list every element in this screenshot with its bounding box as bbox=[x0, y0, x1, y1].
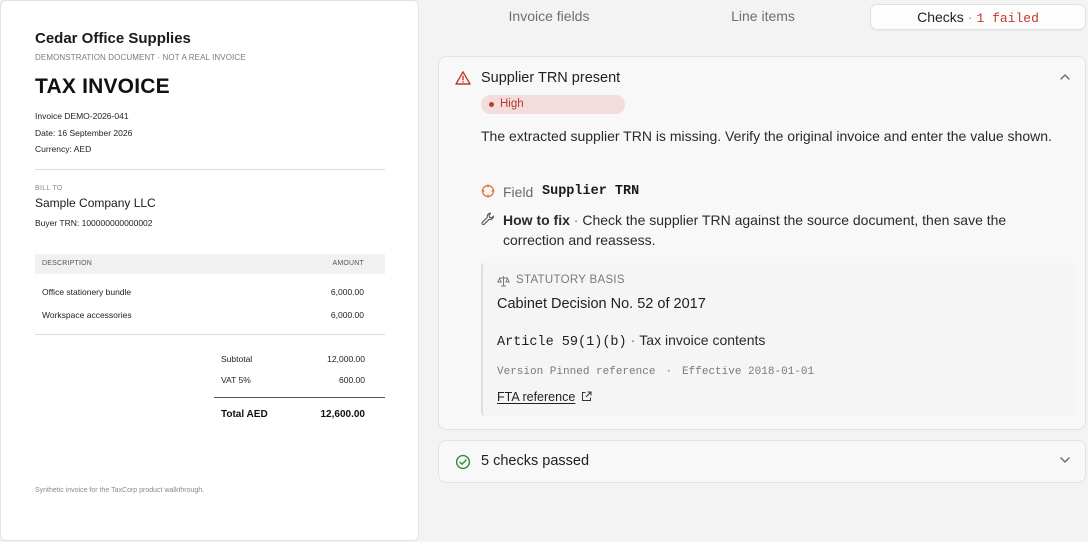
bill-to-name: Sample Company LLC bbox=[35, 196, 156, 210]
demo-notice: DEMONSTRATION DOCUMENT · NOT A REAL INVO… bbox=[35, 53, 246, 62]
tab-line-items[interactable]: Line items bbox=[690, 4, 836, 30]
subtotal-label: Subtotal bbox=[221, 354, 253, 364]
vat-label: VAT 5% bbox=[221, 375, 251, 385]
check-circle-icon bbox=[455, 454, 471, 470]
total-divider bbox=[214, 397, 385, 398]
severity-badge: High bbox=[481, 95, 625, 114]
chevron-down-icon[interactable] bbox=[1059, 454, 1071, 466]
statutory-basis-heading: STATUTORY BASIS bbox=[497, 274, 625, 287]
fta-reference-link[interactable]: FTA reference bbox=[497, 390, 592, 404]
buyer-trn: Buyer TRN: 100000000000002 bbox=[35, 218, 153, 228]
failed-check-card: Supplier TRN present High The extracted … bbox=[438, 56, 1086, 430]
vat-row: VAT 5% 600.00 bbox=[221, 375, 365, 385]
company-name: Cedar Office Supplies bbox=[35, 30, 191, 47]
invoice-footnote: Synthetic invoice for the TaxCorp produc… bbox=[35, 487, 205, 494]
invoice-date: Date: 16 September 2026 bbox=[35, 128, 133, 138]
invoice-document: Cedar Office Supplies DEMONSTRATION DOCU… bbox=[0, 0, 419, 541]
tab-checks-label: Checks bbox=[917, 9, 964, 25]
target-icon bbox=[481, 184, 495, 198]
invoice-title: TAX INVOICE bbox=[35, 75, 170, 98]
version-separator: · bbox=[665, 366, 673, 378]
check-title[interactable]: Supplier TRN present bbox=[481, 70, 620, 86]
chevron-up-icon[interactable] bbox=[1059, 71, 1071, 83]
total-row: Total AED 12,600.00 bbox=[221, 409, 365, 420]
check-description: The extracted supplier TRN is missing. V… bbox=[481, 128, 1052, 144]
amount-column-header: AMOUNT bbox=[332, 260, 364, 267]
subtotal-row: Subtotal 12,000.00 bbox=[221, 354, 365, 364]
how-to-fix-separator: · bbox=[573, 212, 579, 228]
vat-value: 600.00 bbox=[339, 375, 365, 385]
statutory-basis-label: STATUTORY BASIS bbox=[516, 274, 625, 286]
description-column-header: DESCRIPTION bbox=[42, 260, 93, 267]
version-label: Version Pinned reference bbox=[497, 366, 656, 378]
failed-count-badge: 1 failed bbox=[976, 11, 1039, 26]
article-separator: · bbox=[630, 332, 636, 348]
fta-reference-label: FTA reference bbox=[497, 390, 576, 404]
invoice-number: Invoice DEMO-2026-041 bbox=[35, 111, 129, 121]
version-info: Version Pinned reference · Effective 2018-… bbox=[497, 366, 814, 378]
how-to-fix-text: Check the supplier TRN against the sourc… bbox=[503, 212, 1007, 248]
tab-invoice-fields[interactable]: Invoice fields bbox=[476, 4, 622, 30]
passed-checks-label: 5 checks passed bbox=[481, 453, 590, 469]
scales-icon bbox=[497, 276, 510, 287]
field-label: Field bbox=[503, 184, 534, 200]
tab-checks-separator: · bbox=[967, 9, 973, 25]
total-label: Total AED bbox=[221, 409, 268, 420]
divider bbox=[35, 334, 385, 335]
external-link-icon bbox=[582, 391, 592, 401]
article-reference: Article 59(1)(b) · Tax invoice contents bbox=[497, 332, 765, 350]
bill-to-label: BILL TO bbox=[35, 185, 63, 192]
field-value[interactable]: Supplier TRN bbox=[542, 183, 639, 201]
wrench-icon bbox=[481, 212, 494, 226]
line-item-description: Office stationery bundle bbox=[42, 287, 132, 297]
subtotal-value: 12,000.00 bbox=[327, 354, 365, 364]
effective-date: Effective 2018-01-01 bbox=[682, 366, 815, 378]
how-to-fix-label: How to fix bbox=[503, 212, 570, 228]
line-items-header: DESCRIPTION AMOUNT bbox=[35, 254, 385, 274]
invoice-currency: Currency: AED bbox=[35, 144, 92, 154]
total-value: 12,600.00 bbox=[320, 409, 366, 420]
line-item-amount: 6,000.00 bbox=[330, 287, 364, 297]
line-item-description: Workspace accessories bbox=[42, 310, 132, 320]
cabinet-decision: Cabinet Decision No. 52 of 2017 bbox=[497, 296, 706, 312]
divider bbox=[35, 169, 385, 170]
tab-checks[interactable]: Checks · 1 failed bbox=[870, 4, 1086, 30]
statutory-basis: STATUTORY BASIS Cabinet Decision No. 52 … bbox=[481, 263, 1075, 416]
review-tabs: Invoice fields Line items Checks · 1 faile… bbox=[438, 0, 1088, 32]
passed-checks-card[interactable]: 5 checks passed bbox=[438, 440, 1086, 483]
article-title: Tax invoice contents bbox=[639, 332, 766, 348]
article-code: Article 59(1)(b) bbox=[497, 335, 627, 350]
line-item-amount: 6,000.00 bbox=[330, 310, 364, 320]
warning-triangle-icon bbox=[455, 71, 471, 85]
